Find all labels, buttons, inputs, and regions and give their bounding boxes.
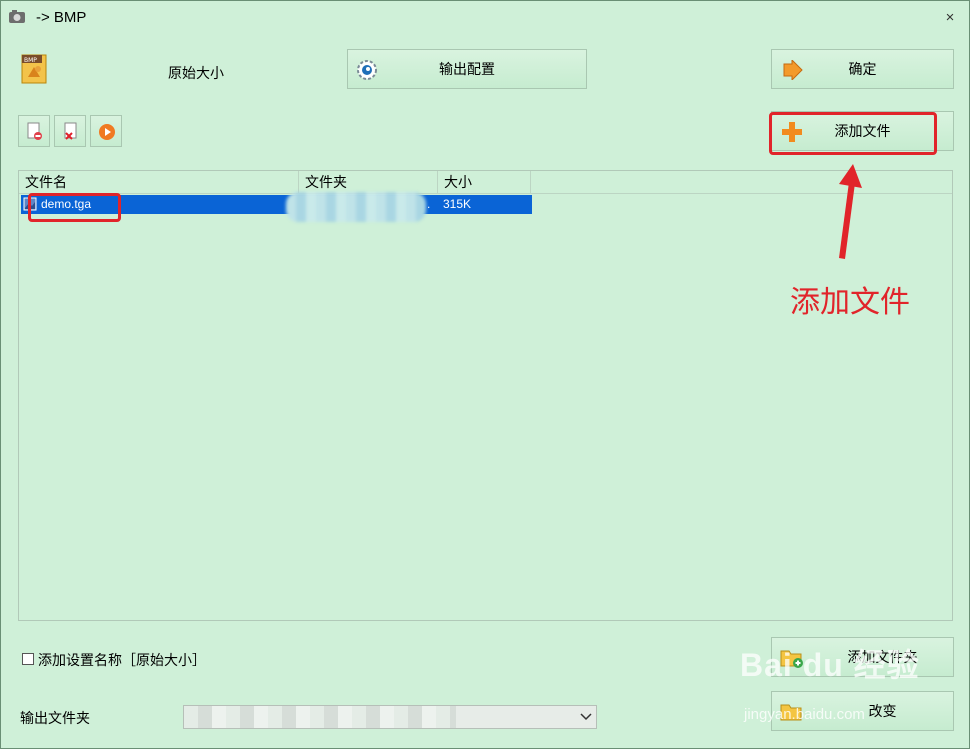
bmp-file-icon: BMP — [21, 54, 47, 84]
play-button[interactable] — [90, 115, 122, 147]
remove-document-icon — [27, 122, 42, 140]
confirm-label: 确定 — [848, 61, 877, 77]
file-list-header: 文件名 文件夹 大小 — [19, 171, 952, 194]
confirm-button[interactable]: 确定 — [771, 49, 954, 89]
remove-file-button[interactable] — [18, 115, 50, 147]
clear-list-button[interactable] — [54, 115, 86, 147]
window-title: -> BMP — [36, 9, 87, 26]
add-settings-name-label: 添加设置名称［原始大小］ — [38, 652, 206, 668]
annotation-highlight-add-file — [769, 112, 937, 155]
add-settings-name-checkbox[interactable] — [22, 653, 34, 665]
annotation-highlight-filename — [28, 193, 121, 222]
annotation-text: 添加文件 — [790, 286, 910, 319]
redacted-output-path — [184, 706, 456, 728]
output-config-label: 输出配置 — [439, 61, 495, 77]
watermark-url: jingyan.baidu.com — [744, 706, 865, 723]
chevron-down-icon[interactable] — [580, 713, 592, 721]
output-config-button[interactable]: 输出配置 — [347, 49, 587, 89]
watermark-logo: Bai du 经验 — [740, 647, 920, 683]
file-folder-cell: . — [427, 197, 431, 211]
output-folder-label: 输出文件夹 — [20, 710, 90, 726]
delete-document-icon — [64, 122, 77, 140]
column-header-folder[interactable]: 文件夹 — [299, 171, 438, 193]
app-icon — [9, 10, 25, 23]
file-list[interactable]: 文件名 文件夹 大小 demo.tga . 315K — [18, 170, 953, 621]
redacted-folder-path — [286, 192, 426, 222]
annotation-arrow — [839, 164, 862, 259]
file-size-cell: 315K — [443, 197, 472, 211]
play-icon — [99, 124, 115, 140]
size-label: 原始大小 — [168, 65, 224, 81]
column-header-size[interactable]: 大小 — [438, 171, 531, 193]
output-folder-select[interactable] — [183, 705, 597, 729]
close-button[interactable]: × — [938, 6, 962, 30]
svg-text:BMP: BMP — [24, 57, 37, 64]
title-bar: -> BMP × — [0, 0, 970, 36]
column-header-filename[interactable]: 文件名 — [19, 171, 299, 193]
